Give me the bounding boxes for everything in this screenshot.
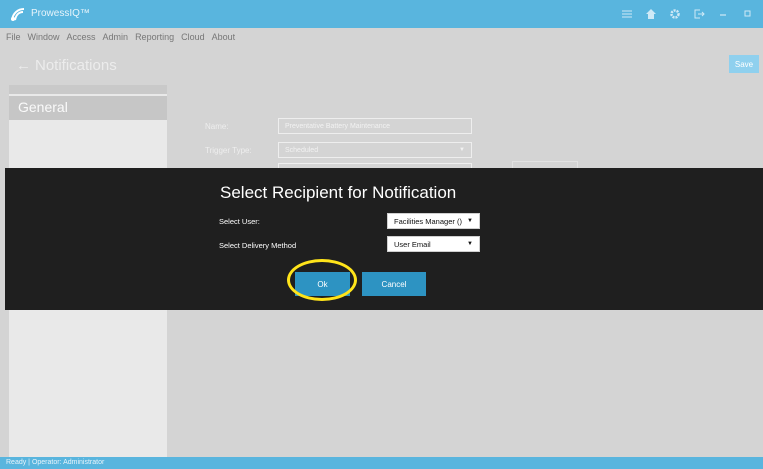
home-icon[interactable]	[639, 5, 663, 23]
menu-cloud[interactable]: Cloud	[181, 32, 205, 42]
save-button[interactable]: Save	[729, 55, 759, 73]
status-bar: Ready | Operator: Administrator	[0, 457, 763, 469]
title-bar: ProwessIQ™	[0, 0, 763, 28]
page-header: ← Notifications Save	[0, 45, 763, 85]
menu-icon[interactable]	[615, 5, 639, 23]
status-text: Ready | Operator: Administrator	[6, 459, 105, 466]
menu-access[interactable]: Access	[67, 32, 96, 42]
menu-admin[interactable]: Admin	[103, 32, 129, 42]
app-logo-icon	[11, 8, 25, 21]
trigger-type-label: Trigger Type:	[205, 146, 252, 155]
minimize-icon[interactable]	[711, 5, 735, 23]
menu-file[interactable]: File	[6, 32, 21, 42]
window-controls	[615, 5, 759, 23]
maximize-icon[interactable]	[735, 5, 759, 23]
back-arrow-icon[interactable]: ←	[16, 57, 31, 74]
sidebar-header-strip	[9, 85, 167, 94]
menu-reporting[interactable]: Reporting	[135, 32, 174, 42]
dialog-title: Select Recipient for Notification	[220, 183, 457, 202]
menu-bar: File Window Access Admin Reporting Cloud…	[0, 28, 763, 45]
name-label: Name:	[205, 122, 229, 131]
menu-window[interactable]: Window	[28, 32, 60, 42]
chevron-down-icon: ▼	[467, 218, 473, 224]
name-field-value: Preventative Battery Maintenance	[285, 122, 391, 130]
delivery-method-value: User Email	[394, 239, 431, 249]
recipient-dialog: Select Recipient for Notification Select…	[5, 168, 763, 310]
name-field[interactable]: Preventative Battery Maintenance	[278, 118, 472, 134]
app-title: ProwessIQ™	[31, 8, 90, 19]
delivery-method-label: Select Delivery Method	[219, 241, 297, 250]
sidebar-item-general[interactable]: General	[9, 96, 167, 120]
select-user-label: Select User:	[219, 217, 260, 226]
gear-icon[interactable]	[663, 5, 687, 23]
menu-about[interactable]: About	[212, 32, 236, 42]
select-user-dropdown[interactable]: Facilities Manager () ▼	[387, 213, 480, 229]
trigger-type-value: Scheduled	[285, 146, 319, 154]
delivery-method-dropdown[interactable]: User Email ▼	[387, 236, 480, 252]
back-nav[interactable]: ← Notifications	[16, 57, 117, 74]
page-title: Notifications	[35, 57, 117, 74]
highlight-circle	[287, 259, 357, 301]
cancel-button[interactable]: Cancel	[362, 272, 426, 296]
logout-icon[interactable]	[687, 5, 711, 23]
select-user-value: Facilities Manager ()	[394, 216, 462, 226]
chevron-down-icon: ▼	[459, 147, 465, 153]
trigger-type-select[interactable]: Scheduled ▼	[278, 142, 472, 158]
sidebar-item-label: General	[18, 99, 68, 115]
chevron-down-icon: ▼	[467, 241, 473, 247]
